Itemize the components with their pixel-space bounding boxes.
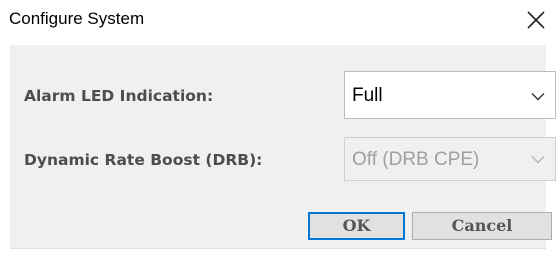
- chevron-down-icon: [531, 156, 545, 164]
- chevron-down-icon: [531, 93, 545, 101]
- title-bar: Configure System: [0, 0, 556, 40]
- cancel-button[interactable]: Cancel: [412, 212, 552, 240]
- alarm-led-label: Alarm LED Indication:: [24, 87, 214, 105]
- close-icon: [527, 11, 545, 29]
- configure-system-dialog: Configure System Alarm LED Indication: F…: [0, 0, 556, 260]
- dialog-title: Configure System: [9, 9, 145, 28]
- ok-button[interactable]: OK: [308, 212, 405, 240]
- drb-value: Off (DRB CPE): [352, 149, 480, 170]
- drb-label: Dynamic Rate Boost (DRB):: [24, 151, 263, 169]
- drb-select: Off (DRB CPE): [344, 137, 556, 181]
- alarm-led-value: Full: [352, 85, 383, 106]
- dialog-body: Alarm LED Indication: Full Dynamic Rate …: [10, 45, 556, 249]
- alarm-led-select[interactable]: Full: [344, 71, 556, 119]
- close-button[interactable]: [522, 6, 550, 34]
